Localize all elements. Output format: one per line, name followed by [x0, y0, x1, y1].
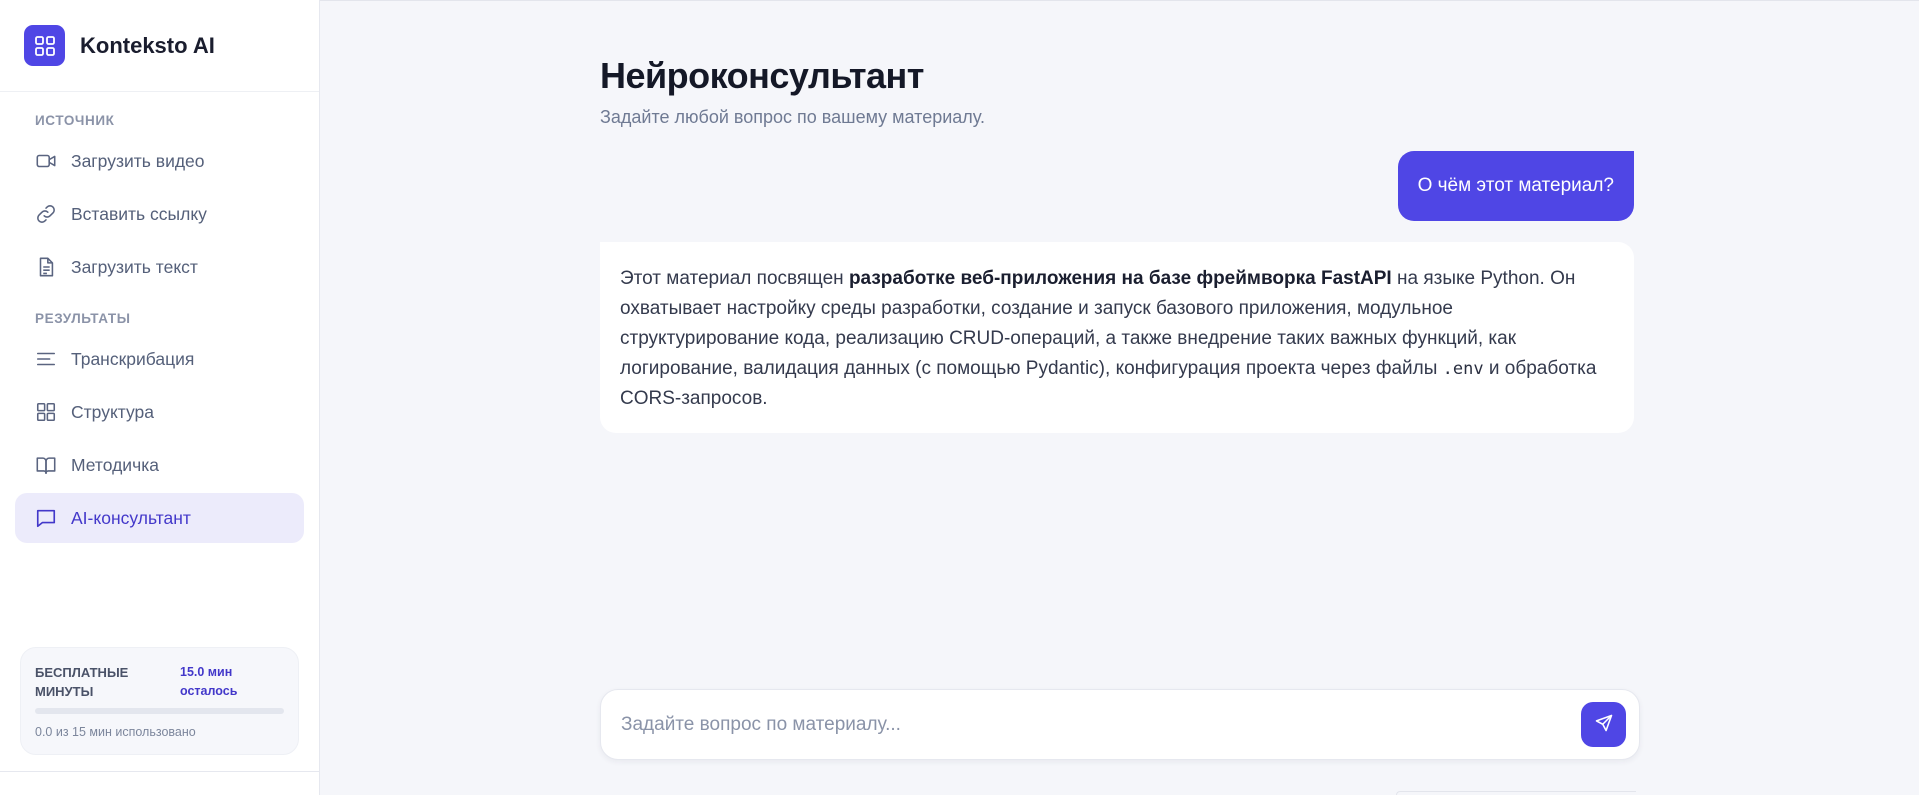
sidebar-item-transcription[interactable]: Транскрибация — [15, 334, 304, 384]
link-icon — [34, 202, 58, 226]
sidebar-item-upload-video[interactable]: Загрузить видео — [15, 136, 304, 186]
send-icon — [1594, 713, 1614, 736]
assistant-inline-code: .env — [1442, 359, 1484, 379]
source-nav: Загрузить видео Вставить ссылку Загрузит… — [0, 136, 319, 292]
section-label-source: Источник — [35, 113, 115, 128]
sidebar-item-label: Методичка — [71, 454, 159, 475]
brand-grid-icon — [24, 25, 65, 66]
brand: Konteksto AI — [0, 0, 319, 92]
sidebar-item-insert-link[interactable]: Вставить ссылку — [15, 189, 304, 239]
sidebar-item-upload-text[interactable]: Загрузить текст — [15, 242, 304, 292]
minutes-title: Бесплатные минуты — [35, 665, 129, 699]
sidebar-item-structure[interactable]: Структура — [15, 387, 304, 437]
chat-icon — [34, 506, 58, 530]
free-minutes-card: Бесплатные минуты 15.0 мин осталось 0.0 … — [20, 647, 299, 755]
document-icon — [34, 255, 58, 279]
sidebar-item-ai-consultant[interactable]: AI-консультант — [15, 493, 304, 543]
book-icon — [34, 453, 58, 477]
question-input[interactable] — [621, 713, 1581, 736]
assistant-text: Этот материал посвящен — [620, 268, 849, 289]
send-button[interactable] — [1581, 702, 1626, 747]
sidebar: Konteksto AI Источник Загрузить видео Вс… — [0, 0, 320, 795]
user-message: О чём этот материал? — [1397, 151, 1634, 221]
page-subtitle: Задайте любой вопрос по вашему материалу… — [600, 107, 986, 127]
sidebar-item-label: Вставить ссылку — [71, 203, 207, 224]
minutes-header: Бесплатные минуты 15.0 мин осталось — [35, 663, 284, 701]
main-area: Нейроконсультант Задайте любой вопрос по… — [321, 0, 1919, 795]
grid-icon — [34, 400, 58, 424]
minutes-progress-bar — [35, 708, 284, 714]
sidebar-item-label: Транскрибация — [71, 348, 195, 369]
brand-name: Konteksto AI — [80, 32, 215, 58]
sidebar-item-label: Загрузить текст — [71, 256, 198, 277]
page-title: Нейроконсультант — [600, 55, 924, 96]
assistant-bold-text: разработке веб-приложения на базе фреймв… — [848, 268, 1392, 289]
sidebar-item-label: Структура — [71, 401, 155, 422]
video-icon — [34, 149, 58, 173]
sidebar-divider — [0, 771, 320, 772]
results-nav: Транскрибация Структура Методичка AI-кон… — [0, 334, 319, 543]
lines-icon — [34, 347, 58, 371]
sidebar-item-label: AI-консультант — [71, 507, 191, 528]
composer — [600, 689, 1640, 760]
minutes-used: 0.0 из 15 мин использовано — [35, 725, 196, 739]
sidebar-item-label: Загрузить видео — [71, 150, 205, 171]
bottom-panel-edge — [1396, 791, 1636, 795]
section-label-results: Результаты — [35, 311, 131, 326]
assistant-message: Этот материал посвящен разработке веб-пр… — [600, 242, 1634, 433]
minutes-remaining: 15.0 мин осталось — [180, 665, 238, 698]
sidebar-item-manual[interactable]: Методичка — [15, 440, 304, 490]
